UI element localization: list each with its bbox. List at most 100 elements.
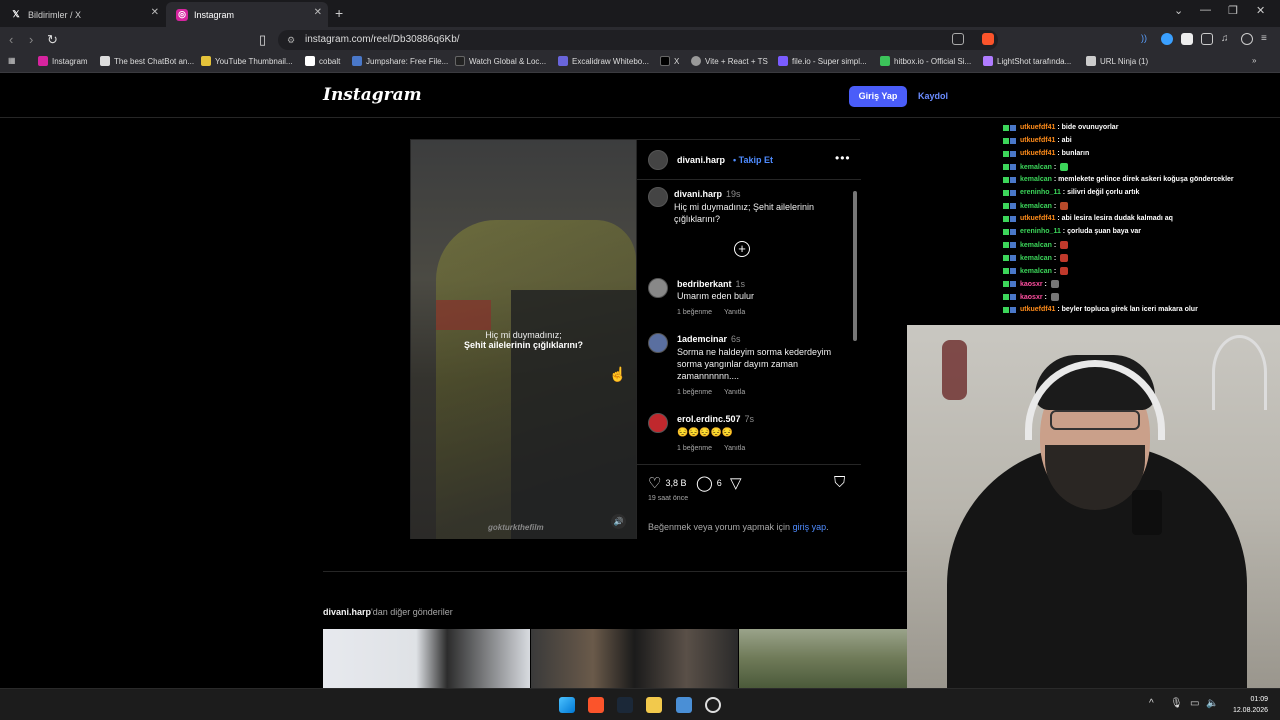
reload-icon[interactable]: ↻ xyxy=(47,32,58,48)
chat-emote-icon xyxy=(1050,293,1059,301)
file-explorer-icon[interactable] xyxy=(646,697,662,713)
chat-username: kemalcan xyxy=(1020,163,1052,171)
comment-likes[interactable]: 1 beğenme xyxy=(677,445,712,452)
scrollbar-thumb[interactable] xyxy=(853,191,857,341)
close-window-icon[interactable]: ✕ xyxy=(1256,4,1265,17)
bookmark-label: LightShot tarafında... xyxy=(997,56,1072,66)
more-options-icon[interactable]: ••• xyxy=(835,151,851,165)
follow-button[interactable]: • Takip Et xyxy=(733,155,773,165)
reel-video[interactable]: Hiç mi duymadınız; Şehit ailelerinin çığ… xyxy=(411,140,636,539)
extension-icon[interactable] xyxy=(1181,33,1193,45)
bookmark-item[interactable]: The best ChatBot an... xyxy=(100,56,194,66)
like-button[interactable]: ♡ 3,8 B xyxy=(648,474,686,492)
comment-author[interactable]: 1ademcinar 6s xyxy=(677,334,741,344)
bookmark-item[interactable]: Instagram xyxy=(38,56,88,66)
site-info-icon[interactable]: ⚙ xyxy=(287,30,295,50)
reply-button[interactable]: Yanıtla xyxy=(724,309,745,316)
bookmark-item[interactable]: LightShot tarafında... xyxy=(983,56,1071,66)
menu-icon[interactable]: ≡ xyxy=(1261,33,1273,45)
avatar[interactable] xyxy=(648,413,668,433)
brave-browser-icon[interactable] xyxy=(588,697,604,713)
vpn-icon[interactable] xyxy=(1241,33,1253,45)
comment-likes[interactable]: 1 beğenme xyxy=(677,309,712,316)
extension-icon[interactable] xyxy=(1161,33,1173,45)
chat-badge-icon xyxy=(1003,281,1009,287)
app-icon[interactable] xyxy=(676,697,692,713)
bookmark-item[interactable]: X xyxy=(660,56,679,66)
bookmark-icon[interactable]: ▯ xyxy=(259,32,266,48)
signup-link[interactable]: Kaydol xyxy=(918,91,948,101)
bookmark-favicon-icon xyxy=(100,56,110,66)
post-thumbnail[interactable] xyxy=(323,629,530,688)
bookmark-item[interactable]: Vite + React + TS xyxy=(691,56,768,66)
chat-username: kemalcan xyxy=(1020,202,1052,210)
bookmark-item[interactable]: Excalidraw Whitebo... xyxy=(558,56,649,66)
cast-icon[interactable] xyxy=(952,33,964,45)
chat-text: abi xyxy=(1061,137,1072,144)
brave-shields-icon[interactable] xyxy=(982,33,994,45)
comment-button[interactable]: ◯ 6 xyxy=(696,474,722,492)
extension-icon[interactable]: )) xyxy=(1141,33,1153,45)
more-posts-user[interactable]: divani.harp xyxy=(323,607,371,617)
back-icon[interactable]: ‹ xyxy=(9,32,13,47)
tab-instagram[interactable]: ◎ Instagram ✕ xyxy=(166,2,328,27)
new-tab-button[interactable]: + xyxy=(335,5,343,21)
close-tab-icon[interactable]: ✕ xyxy=(151,7,159,18)
obs-icon[interactable] xyxy=(705,697,721,713)
avatar[interactable] xyxy=(648,278,668,298)
volume-icon[interactable]: 🔊 xyxy=(611,514,626,529)
post-header: divani.harp • Takip Et ••• xyxy=(637,140,861,180)
forward-icon[interactable]: › xyxy=(29,32,33,47)
tab-x-notifications[interactable]: 𝕏 Bildirimler / X ✕ xyxy=(0,2,165,27)
comment-likes[interactable]: 1 beğenme xyxy=(677,389,712,396)
chat-badge-icon xyxy=(1003,124,1009,131)
apps-grid-icon[interactable]: ▦ xyxy=(8,56,16,65)
media-icon[interactable]: ♫ xyxy=(1221,33,1233,45)
load-more-comments-icon[interactable]: + xyxy=(734,241,750,257)
minimize-icon[interactable]: — xyxy=(1200,4,1211,16)
bookmark-item[interactable]: YouTube Thumbnail... xyxy=(201,56,293,66)
start-menu-icon[interactable] xyxy=(559,697,575,713)
bookmark-item[interactable]: URL Ninja (1) xyxy=(1086,56,1148,66)
instagram-logo[interactable]: Instagram xyxy=(323,85,422,105)
avatar[interactable] xyxy=(648,187,668,207)
login-button[interactable]: Giriş Yap xyxy=(849,86,907,107)
maximize-icon[interactable]: ❐ xyxy=(1228,4,1238,17)
bookmark-item[interactable]: Watch Global & Loc... xyxy=(455,56,546,66)
comment-author[interactable]: erol.erdinc.507 7s xyxy=(677,414,754,424)
chat-badges xyxy=(1003,294,1017,300)
share-button[interactable]: ▽ xyxy=(730,474,746,492)
bookmark-item[interactable]: hitbox.io - Official Si... xyxy=(880,56,971,66)
avatar[interactable] xyxy=(648,150,668,170)
reply-button[interactable]: Yanıtla xyxy=(724,389,745,396)
tray-chevron-icon[interactable]: ^ xyxy=(1149,698,1154,709)
url-bar[interactable]: ⚙ instagram.com/reel/Db30886q6Kb/ xyxy=(278,30,998,50)
more-bookmarks-icon[interactable]: » xyxy=(1252,56,1256,65)
comments-scrollbar[interactable] xyxy=(852,183,858,461)
steam-icon[interactable] xyxy=(617,697,633,713)
background-object xyxy=(942,340,967,400)
avatar[interactable] xyxy=(648,333,668,353)
microphone-tray-icon[interactable]: 🎙 xyxy=(1170,698,1183,709)
post-thumbnail[interactable] xyxy=(531,629,738,688)
tab-search-icon[interactable]: ⌄ xyxy=(1174,4,1183,17)
chat-text: çorluda şuan baya var xyxy=(1067,228,1142,235)
system-clock[interactable]: 01:09 12.08.2026 xyxy=(1222,694,1268,716)
extensions-puzzle-icon[interactable] xyxy=(1201,33,1213,45)
network-icon[interactable]: ▭ xyxy=(1190,698,1199,709)
post-author[interactable]: divani.harp xyxy=(677,155,725,165)
bookmark-item[interactable]: Jumpshare: Free File... xyxy=(352,56,448,66)
comment-author[interactable]: bedriberkant 1s xyxy=(677,279,745,289)
bookmarks-bar: ▦ Instagram The best ChatBot an... YouTu… xyxy=(0,53,1280,73)
caption-author[interactable]: divani.harp 19s xyxy=(674,189,741,199)
chat-emote-icon xyxy=(1060,241,1069,249)
login-link[interactable]: giriş yap xyxy=(793,522,827,532)
bookmark-item[interactable]: cobalt xyxy=(305,56,340,66)
browser-tab-bar: 𝕏 Bildirimler / X ✕ ◎ Instagram ✕ + ⌄ — … xyxy=(0,0,1280,27)
close-tab-icon[interactable]: ✕ xyxy=(314,7,322,18)
chat-badge-icon xyxy=(1003,228,1009,235)
reply-button[interactable]: Yanıtla xyxy=(724,445,745,452)
bookmark-item[interactable]: file.io - Super simpl... xyxy=(778,56,867,66)
volume-tray-icon[interactable]: 🔈 xyxy=(1206,698,1218,709)
save-button[interactable]: ⛉ xyxy=(834,474,849,491)
